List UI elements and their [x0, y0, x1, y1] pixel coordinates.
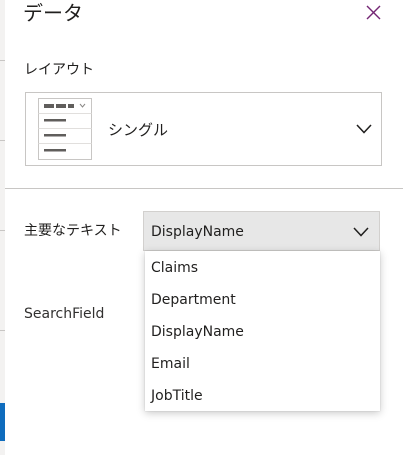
option-label: DisplayName	[151, 324, 244, 340]
option-label: JobTitle	[151, 388, 203, 404]
option-displayname[interactable]: DisplayName	[145, 316, 380, 348]
primary-text-selected-value: DisplayName	[151, 224, 244, 240]
data-panel: データ レイアウト シングル 主要なテキスト DisplayName Searc…	[5, 0, 403, 455]
panel-title: データ	[23, 1, 83, 25]
chevron-down-icon	[356, 124, 372, 134]
option-jobtitle[interactable]: JobTitle	[145, 380, 380, 412]
layout-selector[interactable]: シングル	[25, 92, 382, 166]
primary-text-label: 主要なテキスト	[24, 223, 122, 239]
single-layout-thumbnail-icon	[38, 98, 92, 160]
primary-text-options-menu: Claims Department DisplayName Email JobT…	[145, 251, 380, 411]
section-divider	[5, 188, 403, 189]
primary-text-dropdown[interactable]: DisplayName	[143, 211, 380, 251]
layout-label: レイアウト	[24, 62, 94, 78]
option-label: Claims	[151, 260, 199, 276]
chevron-down-icon	[353, 227, 369, 237]
option-claims[interactable]: Claims	[145, 252, 380, 284]
option-label: Email	[151, 356, 190, 372]
option-email[interactable]: Email	[145, 348, 380, 380]
option-department[interactable]: Department	[145, 284, 380, 316]
option-label: Department	[151, 292, 236, 308]
layout-value: シングル	[108, 121, 169, 139]
close-icon	[366, 5, 381, 20]
search-field-label: SearchField	[24, 306, 105, 322]
close-button[interactable]	[363, 2, 383, 22]
